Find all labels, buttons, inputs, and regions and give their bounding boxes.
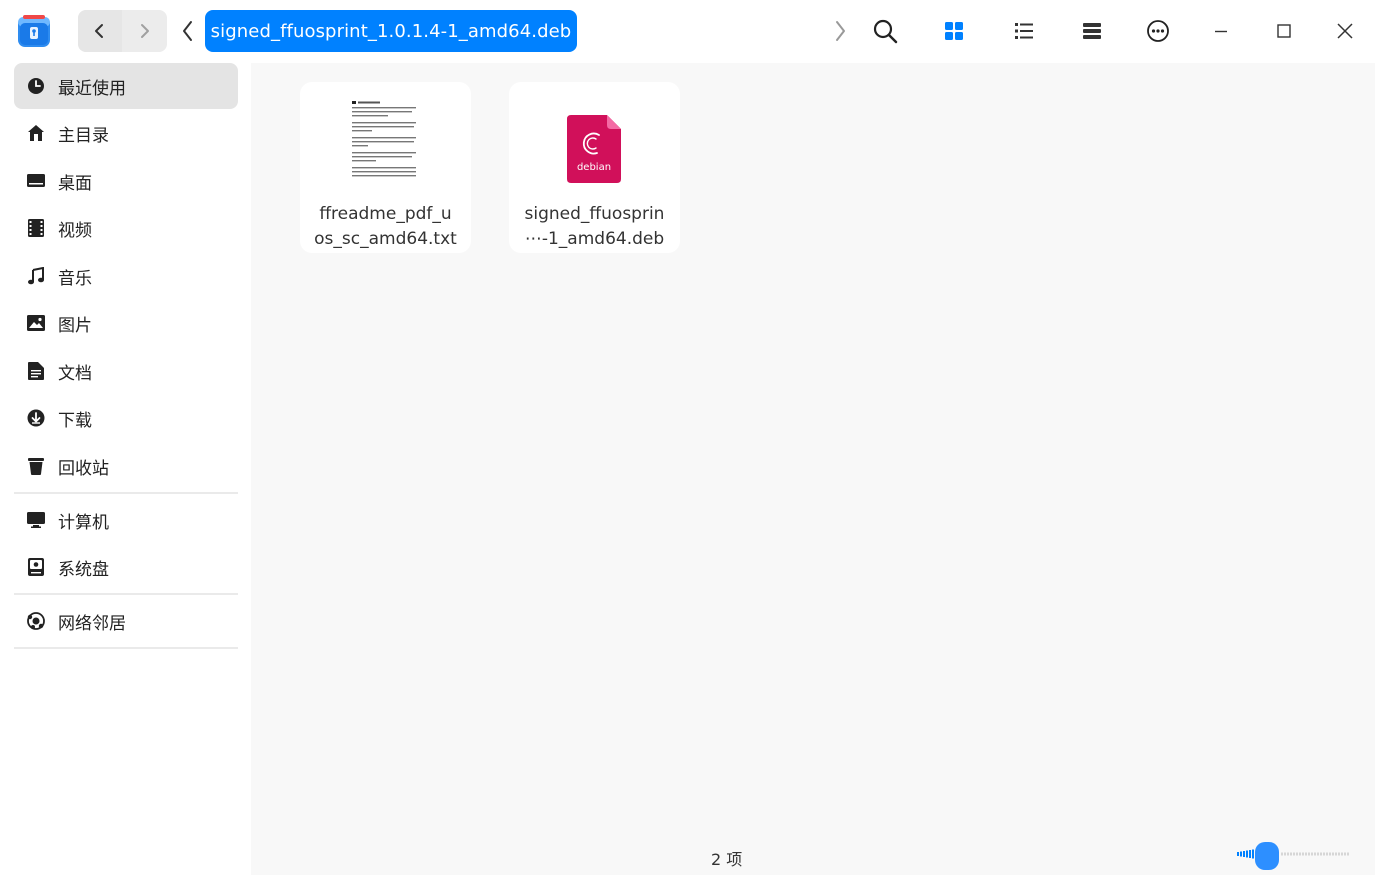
file-item[interactable]: debian signed_ffuosprin ⋯-1_amd64.deb [509,82,680,253]
item-count-status: 2 项 [711,850,743,869]
sidebar-item-label: 图片 [58,315,92,336]
sidebar-item-label: 最近使用 [58,78,126,99]
zoom-slider-handle[interactable] [1255,842,1279,870]
sidebar-item-computer[interactable]: 计算机 [14,497,238,543]
file-name-line: ⋯-1_amd64.deb [524,229,665,249]
main-menu-button[interactable] [1139,12,1177,50]
file-item[interactable]: ffreadme_pdf_u os_sc_amd64.txt [300,82,471,253]
trash-icon [26,456,46,476]
list-view-button[interactable] [1005,12,1043,50]
back-button[interactable] [78,10,122,52]
sidebar-item-label: 回收站 [58,458,109,479]
debian-label: debian [577,162,611,173]
network-icon [26,611,46,631]
file-name-line: os_sc_amd64.txt [314,229,457,249]
titlebar: signed_ffuosprint_1.0.1.4-1_amd64.deb [0,0,1375,63]
sidebar-item-label: 下载 [58,410,92,431]
file-name-line: ffreadme_pdf_u [319,204,452,224]
close-icon [1337,23,1353,39]
more-icon [1147,20,1169,42]
file-name-line: signed_ffuosprin [524,204,665,224]
sidebar: 最近使用 主目录 桌面 视频 音乐 图片 文档 下载 回收站 计算机 系统盘 网… [0,63,251,875]
disk-icon [26,557,46,577]
home-icon [26,123,46,143]
sidebar-item-documents[interactable]: 文档 [14,348,238,394]
sidebar-item-label: 文档 [58,363,92,384]
sidebar-item-recent[interactable]: 最近使用 [14,63,238,109]
sidebar-item-pictures[interactable]: 图片 [14,300,238,346]
zoom-slider[interactable] [1237,841,1353,871]
video-icon [26,218,46,238]
text-file-thumbnail [348,98,420,194]
list-view-icon [1015,23,1033,39]
sidebar-item-home[interactable]: 主目录 [14,110,238,156]
file-manager-window: signed_ffuosprint_1.0.1.4-1_amd64.deb 最近… [0,0,1375,875]
sidebar-divider [14,647,238,649]
breadcrumb-next-button[interactable] [828,14,852,48]
sidebar-divider [14,593,238,595]
sidebar-item-label: 计算机 [58,512,109,533]
search-icon [873,19,898,44]
file-name: signed_ffuosprin ⋯-1_amd64.deb [509,202,680,252]
file-manager-icon [16,13,52,49]
chevron-right-icon [836,21,845,41]
sidebar-item-label: 桌面 [58,173,92,194]
sidebar-item-downloads[interactable]: 下载 [14,395,238,441]
maximize-button[interactable] [1265,12,1303,50]
download-icon [26,408,46,428]
sidebar-item-desktop[interactable]: 桌面 [14,158,238,204]
sidebar-item-music[interactable]: 音乐 [14,253,238,299]
zoom-track [1237,849,1254,859]
chevron-left-icon [95,24,103,38]
music-icon [26,266,46,286]
zoom-track-remaining [1281,852,1349,856]
chevron-right-icon [141,24,149,38]
sidebar-item-label: 网络邻居 [58,613,126,634]
desktop-icon [26,171,46,191]
picture-icon [26,313,46,333]
file-view[interactable]: ffreadme_pdf_u os_sc_amd64.txt debian si… [251,63,1375,875]
sidebar-item-trash[interactable]: 回收站 [14,443,238,489]
sidebar-item-label: 视频 [58,220,92,241]
computer-icon [26,510,46,530]
chevron-left-icon [183,21,192,41]
breadcrumb-prev-button[interactable] [176,14,200,48]
minimize-icon [1215,30,1227,33]
tree-view-button[interactable] [1073,12,1111,50]
file-name: ffreadme_pdf_u os_sc_amd64.txt [300,202,471,252]
sidebar-item-label: 音乐 [58,268,92,289]
icon-view-button[interactable] [935,12,973,50]
maximize-icon [1277,24,1291,38]
sidebar-divider [14,492,238,494]
tree-view-icon [1083,23,1101,39]
sidebar-item-videos[interactable]: 视频 [14,205,238,251]
close-button[interactable] [1326,12,1364,50]
document-icon [26,361,46,381]
sidebar-item-label: 系统盘 [58,559,109,580]
sidebar-item-network[interactable]: 网络邻居 [14,598,238,644]
clock-icon [26,76,46,96]
forward-button[interactable] [122,10,166,52]
minimize-button[interactable] [1202,12,1240,50]
navigation-buttons [78,10,167,52]
grid-view-icon [945,22,963,40]
search-button[interactable] [866,12,904,50]
sidebar-item-system-disk[interactable]: 系统盘 [14,544,238,590]
sidebar-item-label: 主目录 [58,125,109,146]
debian-package-icon: debian [567,115,621,183]
breadcrumb-current[interactable]: signed_ffuosprint_1.0.1.4-1_amd64.deb [205,10,577,52]
